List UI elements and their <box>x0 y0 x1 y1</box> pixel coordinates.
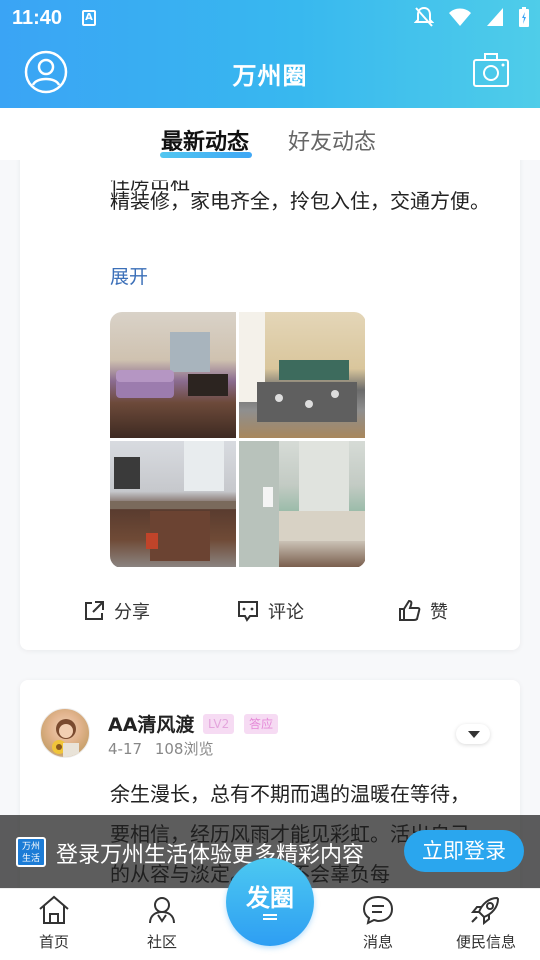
nav-messages[interactable]: 消息 <box>338 895 418 952</box>
app-logo-icon: 万州生活 <box>16 837 46 867</box>
signal-icon <box>487 8 503 26</box>
thumbs-up-icon <box>399 599 421 621</box>
like-label: 赞 <box>430 602 448 623</box>
nav-info[interactable]: 便民信息 <box>446 895 526 952</box>
nav-home[interactable]: 首页 <box>14 895 94 952</box>
community-icon <box>149 897 175 924</box>
post-views: 108浏览 <box>154 740 214 758</box>
avatar[interactable] <box>40 708 90 758</box>
comment-icon <box>238 601 258 622</box>
bedroom-illustration <box>239 312 357 422</box>
status-a-icon: A <box>82 10 96 26</box>
nav-messages-label: 消息 <box>362 933 393 951</box>
bathroom-photo[interactable] <box>239 441 365 567</box>
feed-tabs: 最新动态 好友动态 <box>0 108 540 160</box>
status-time: 11:40 <box>12 7 63 29</box>
like-button[interactable]: 赞 <box>398 598 448 624</box>
comment-label: 评论 <box>268 602 304 623</box>
kitchen-illustration <box>110 441 236 561</box>
battery-icon <box>519 7 529 27</box>
expand-link[interactable]: 展开 <box>110 262 148 289</box>
post-button-lines <box>263 914 277 916</box>
post-button-label: 发圈 <box>246 884 294 912</box>
share-label: 分享 <box>114 602 150 623</box>
bedroom-photo[interactable] <box>239 312 365 438</box>
living-room-illustration <box>116 332 228 398</box>
status-icons <box>414 6 530 28</box>
rocket-icon <box>470 896 500 926</box>
post-date: 4-17 <box>108 740 143 758</box>
camera-icon[interactable] <box>472 52 510 90</box>
photo-grid <box>110 312 366 568</box>
share-button[interactable]: 分享 <box>82 598 150 624</box>
nav-info-label: 便民信息 <box>455 933 516 951</box>
status-bar: 11:40 A <box>0 0 540 36</box>
login-prompt: 登录万州生活体验更多精彩内容 <box>56 843 365 868</box>
user-tag-badge: 答应 <box>244 714 279 734</box>
post-menu-button[interactable] <box>456 724 490 744</box>
living-room-photo[interactable] <box>110 312 236 438</box>
bathroom-illustration <box>239 441 365 567</box>
nav-community[interactable]: 社区 <box>122 895 202 952</box>
share-icon <box>85 601 104 620</box>
post-text: 精装修，家电齐全，拎包入住，交通方便。 <box>110 189 490 213</box>
nav-community-label: 社区 <box>146 933 177 951</box>
active-tab-indicator <box>160 152 252 158</box>
login-button[interactable]: 立即登录 <box>404 830 524 872</box>
post-meta: 4-17 108浏览 <box>108 738 213 759</box>
username[interactable]: AA清风渡 <box>108 710 194 737</box>
post-button[interactable]: 发圈 <box>226 858 314 946</box>
notifications-off-icon <box>414 6 434 27</box>
wifi-icon <box>449 8 471 26</box>
level-badge: LV2 <box>203 714 235 734</box>
post-actions: 分享 评论 赞 <box>20 598 520 638</box>
post-card: 住房出租 精装修，家电齐全，拎包入住，交通方便。 展开 分享 评论 赞 <box>20 160 520 650</box>
tab-friends[interactable]: 好友动态 <box>288 124 376 156</box>
kitchen-photo[interactable] <box>110 441 236 567</box>
feed[interactable]: 住房出租 精装修，家电齐全，拎包入住，交通方便。 展开 分享 评论 赞 AA清风… <box>0 160 540 888</box>
page-title: 万州圈 <box>232 62 308 90</box>
message-icon <box>362 895 394 925</box>
avatar-photo <box>52 719 79 757</box>
nav-home-label: 首页 <box>38 933 69 951</box>
comment-button[interactable]: 评论 <box>236 598 304 624</box>
home-icon <box>39 895 69 924</box>
app-header: 万州圈 <box>0 36 540 108</box>
